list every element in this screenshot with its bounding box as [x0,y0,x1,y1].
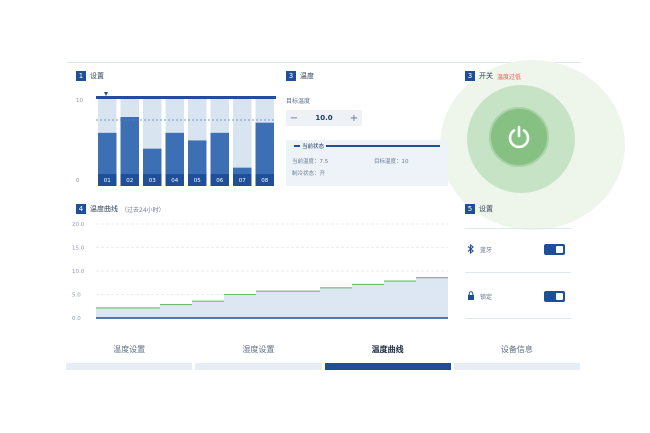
status-card-header: 当前状态 [300,142,327,150]
section-number: 3 [465,71,475,81]
section-label: 设置 [90,72,104,80]
section-number: 5 [465,204,475,214]
bar-tick-label: 05 [194,178,201,184]
bar [165,132,184,174]
bluetooth-icon [467,244,474,254]
section-label: 温度曲线 [90,205,118,213]
section-label: 开关 [479,72,493,80]
stepper-value: 10.0 [315,114,333,122]
bar [233,167,252,174]
stepper-label: 目标温度 [286,98,311,105]
bar-tick-label: 03 [149,178,156,184]
tab-label: 湿度设置 [242,345,275,354]
status-target: 目标温度：10 [374,159,409,165]
bar-tick-label: 07 [239,178,246,184]
tab-temperature-curve[interactable]: 温度曲线 [324,336,451,370]
toggle-label-bluetooth: 蓝牙 [480,247,493,254]
toggle-label-lock: 锁定 [480,294,493,301]
decrease-button[interactable]: − [286,110,302,126]
tab-humidity-settings[interactable]: 湿度设置 [195,336,322,370]
divider [465,272,571,273]
tab-indicator [324,363,451,370]
bar [210,132,229,174]
section-subtitle: （过去24小时） [121,206,165,214]
section-title-3: 3 开关 温度过低 [465,71,521,81]
bar [120,117,139,174]
bar-tick-label: 04 [171,178,178,184]
section-title-4: 4 温度曲线 （过去24小时） [76,204,165,214]
tab-label: 设备信息 [500,345,533,354]
bar-y-tick: 0 [76,178,80,184]
bar-tick-label: 06 [216,178,223,184]
warning-text: 温度过低 [497,73,522,81]
bluetooth-toggle[interactable] [544,244,565,255]
tab-temperature-settings[interactable]: 温度设置 [66,336,193,370]
divider [465,228,571,229]
status-current: 当前温度：7.5 [292,159,329,165]
line-y-tick: 0.0 [72,316,81,322]
divider [465,318,571,319]
section-title-1: 1 设置 [76,71,104,81]
section-number: 4 [76,204,86,214]
bar [255,122,274,174]
tab-indicator [195,363,322,370]
increase-button[interactable]: + [346,110,362,126]
line-y-tick: 10.0 [72,269,85,275]
status-card: 当前状态 当前温度：7.5 目标温度：10 制冷状态：开 [286,140,448,186]
bar-y-tick: 10 [76,98,83,104]
bar [98,132,117,174]
lock-toggle[interactable] [544,291,565,302]
section-number: 1 [76,71,86,81]
bar-tick-label: 01 [104,178,111,184]
tab-label: 温度曲线 [371,345,404,354]
tab-device-info[interactable]: 设备信息 [453,336,580,370]
bar-chart-marker [104,92,108,96]
section-label: 设置 [479,205,493,213]
section-title-5: 5 设置 [465,204,493,214]
section-label: 温度 [300,72,314,80]
power-icon [508,125,530,149]
bar [188,140,207,174]
line-chart: 20.0 15.0 10.0 5.0 0.0 [72,222,448,322]
status-cooling: 制冷状态：开 [292,171,326,177]
section-number: 3 [286,71,296,81]
tab-indicator [66,363,193,370]
line-y-tick: 15.0 [72,246,85,252]
bar-background [233,99,252,174]
bar-tick-label: 08 [261,178,268,184]
section-title-2: 3 温度 [286,71,314,81]
power-button[interactable] [489,107,549,167]
bar [143,148,162,174]
tab-indicator [453,363,580,370]
bar-chart: 01 02 03 04 05 06 07 08 10 0 [76,92,276,186]
line-y-tick: 5.0 [72,293,81,299]
line-area [96,277,448,318]
bar-chart-top-line [96,96,276,99]
bar-tick-label: 02 [126,178,133,184]
lock-icon [468,291,474,300]
line-y-tick: 20.0 [72,222,85,228]
tab-label: 温度设置 [113,345,146,354]
temperature-stepper[interactable]: − 10.0 + [286,110,362,126]
bottom-tab-bar: 温度设置 湿度设置 温度曲线 设备信息 [66,336,580,370]
